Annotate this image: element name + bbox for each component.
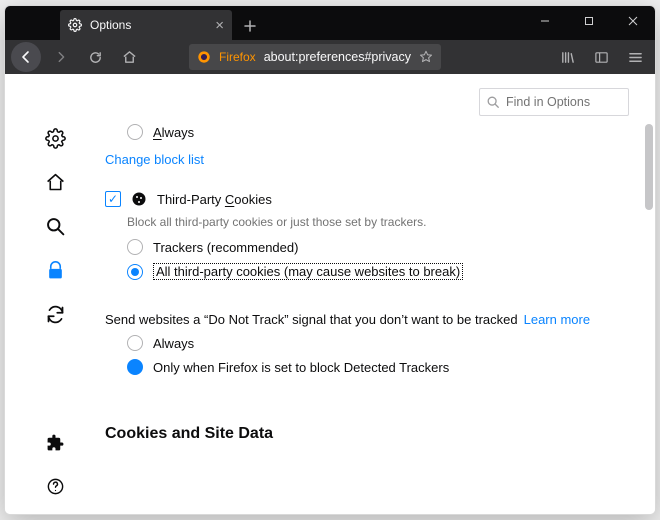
close-window-button[interactable]	[611, 6, 655, 36]
third-party-cookies-checkbox[interactable]: ✓	[105, 191, 121, 207]
preferences-page: Find in Options Always Change block list	[5, 74, 655, 514]
tab-title: Options	[90, 18, 207, 32]
preferences-main: Always Change block list ✓ Third-Party C…	[105, 74, 655, 514]
tab-strip: Options ×	[5, 6, 655, 40]
dnt-learn-more-link[interactable]: Learn more	[524, 312, 590, 327]
tpc-all-radio[interactable]	[127, 264, 143, 280]
change-block-list-link[interactable]: Change block list	[105, 152, 204, 167]
third-party-cookies-label: Third-Party Cookies	[157, 192, 272, 207]
third-party-cookies-desc: Block all third-party cookies or just th…	[127, 215, 629, 229]
category-home[interactable]	[43, 170, 67, 194]
cookie-icon	[131, 191, 147, 207]
home-button[interactable]	[115, 43, 143, 71]
tracking-always-radio[interactable]	[127, 124, 143, 140]
close-tab-icon[interactable]: ×	[215, 18, 224, 33]
cookies-site-data-heading: Cookies and Site Data	[105, 425, 629, 443]
category-sync[interactable]	[43, 302, 67, 326]
dnt-always-label: Always	[153, 336, 194, 351]
bookmark-star-icon[interactable]	[419, 50, 433, 64]
tracking-always-label: Always	[153, 125, 194, 140]
url-bar[interactable]: Firefox about:preferences#privacy	[189, 44, 441, 70]
category-privacy[interactable]	[43, 258, 67, 282]
maximize-button[interactable]	[567, 6, 611, 36]
firefox-logo-icon	[197, 50, 211, 64]
dnt-intro: Send websites a “Do Not Track” signal th…	[105, 312, 518, 327]
reload-button[interactable]	[81, 43, 109, 71]
gear-icon	[68, 18, 82, 32]
dnt-always-radio[interactable]	[127, 335, 143, 351]
sidebar-button[interactable]	[587, 43, 615, 71]
back-button[interactable]	[11, 42, 41, 72]
dnt-detected-radio[interactable]	[127, 359, 143, 375]
category-support[interactable]	[43, 474, 67, 498]
tpc-trackers-label: Trackers (recommended)	[153, 240, 298, 255]
forward-button[interactable]	[47, 43, 75, 71]
url-text: about:preferences#privacy	[264, 50, 411, 64]
library-button[interactable]	[553, 43, 581, 71]
nav-toolbar: Firefox about:preferences#privacy	[5, 40, 655, 74]
category-search[interactable]	[43, 214, 67, 238]
category-general[interactable]	[43, 126, 67, 150]
tpc-all-label: All third-party cookies (may cause websi…	[153, 263, 463, 280]
new-tab-button[interactable]	[236, 12, 264, 40]
tpc-trackers-radio[interactable]	[127, 239, 143, 255]
app-menu-button[interactable]	[621, 43, 649, 71]
category-extensions[interactable]	[43, 430, 67, 454]
category-sidebar	[5, 74, 105, 514]
minimize-button[interactable]	[523, 6, 567, 36]
dnt-detected-label: Only when Firefox is set to block Detect…	[153, 360, 449, 375]
brand-label: Firefox	[219, 50, 256, 64]
window-controls	[523, 6, 655, 36]
firefox-window: Options × Firefox about:preferences#priv…	[4, 5, 656, 515]
browser-tab-options[interactable]: Options ×	[60, 10, 232, 40]
